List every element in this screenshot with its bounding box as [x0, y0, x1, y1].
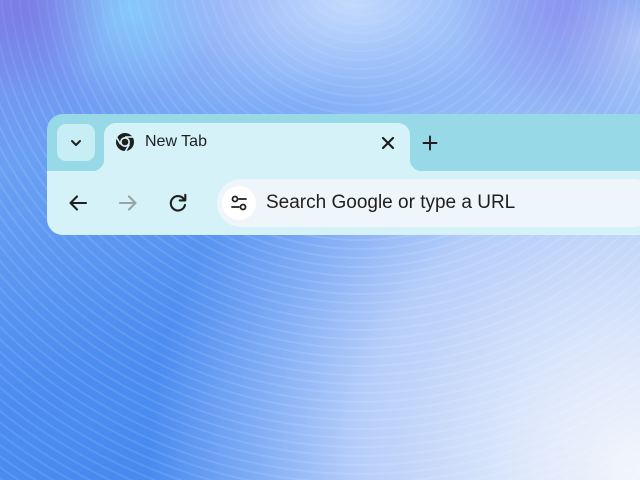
arrow-left-icon	[66, 191, 90, 215]
browser-window: New Tab Search Google or type a URL	[47, 114, 640, 235]
new-tab-button[interactable]	[416, 129, 444, 157]
site-info-button[interactable]	[222, 186, 256, 220]
tab-title: New Tab	[145, 133, 207, 150]
chevron-down-icon	[68, 135, 84, 151]
reload-button[interactable]	[162, 187, 194, 219]
wallpaper-glow	[0, 0, 640, 130]
tab-strip: New Tab	[47, 114, 640, 171]
omnibox-placeholder: Search Google or type a URL	[266, 192, 516, 213]
plus-icon	[422, 135, 438, 151]
close-icon[interactable]	[376, 131, 400, 155]
forward-button[interactable]	[112, 187, 144, 219]
omnibox[interactable]: Search Google or type a URL	[217, 179, 640, 227]
reload-icon	[166, 191, 190, 215]
chrome-icon	[115, 132, 135, 152]
arrow-right-icon	[116, 191, 140, 215]
tab-new-tab[interactable]: New Tab	[92, 123, 422, 171]
back-button[interactable]	[62, 187, 94, 219]
tune-icon	[229, 193, 249, 213]
toolbar: Search Google or type a URL	[47, 171, 640, 235]
tab-search-button[interactable]	[57, 124, 95, 161]
